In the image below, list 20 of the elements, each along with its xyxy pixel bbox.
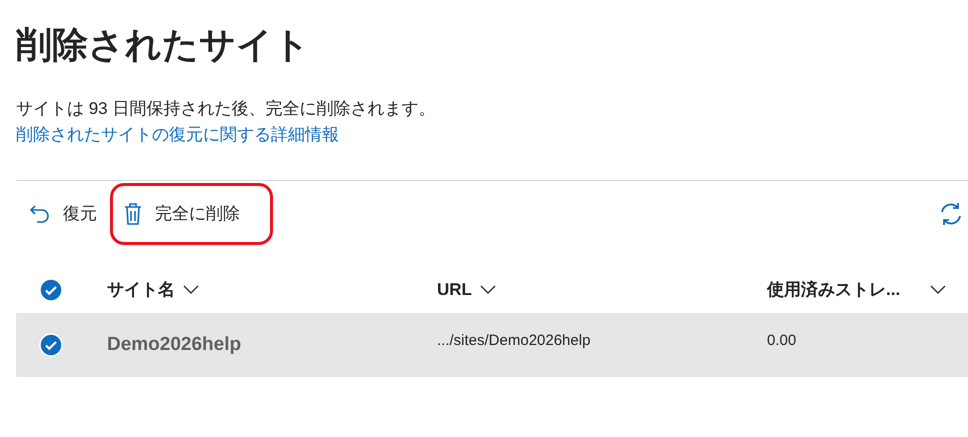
table-cell: Demo2026help xyxy=(107,334,242,355)
chevron-down-icon xyxy=(183,285,199,295)
column-header[interactable]: 使用済みストレ... xyxy=(767,277,900,303)
restore-button[interactable]: 復元 xyxy=(16,194,110,234)
description-text: サイトは 93 日間保持された後、完全に削除されます。 xyxy=(16,98,436,120)
page-title: 削除されたサイト xyxy=(16,23,311,67)
chevron-down-icon xyxy=(930,285,946,295)
undo-arrow-icon xyxy=(29,203,51,225)
help-link[interactable]: 削除されたサイトの復元に関する詳細情報 xyxy=(16,122,968,148)
checkbox[interactable] xyxy=(39,278,63,302)
refresh-icon[interactable] xyxy=(938,201,964,227)
delete-button[interactable]: 完全に削除 xyxy=(110,183,273,245)
table-row[interactable]: Demo2026help .../sites/Demo2026help 0.00 xyxy=(16,313,968,377)
column-header[interactable]: サイト名 xyxy=(107,277,175,303)
table-cell: .../sites/Demo2026help xyxy=(437,332,590,349)
trash-icon xyxy=(123,202,143,226)
column-header[interactable]: URL xyxy=(437,277,472,303)
checkbox[interactable] xyxy=(39,333,63,357)
chevron-down-icon xyxy=(480,285,496,295)
table-cell: 0.00 xyxy=(767,332,796,349)
